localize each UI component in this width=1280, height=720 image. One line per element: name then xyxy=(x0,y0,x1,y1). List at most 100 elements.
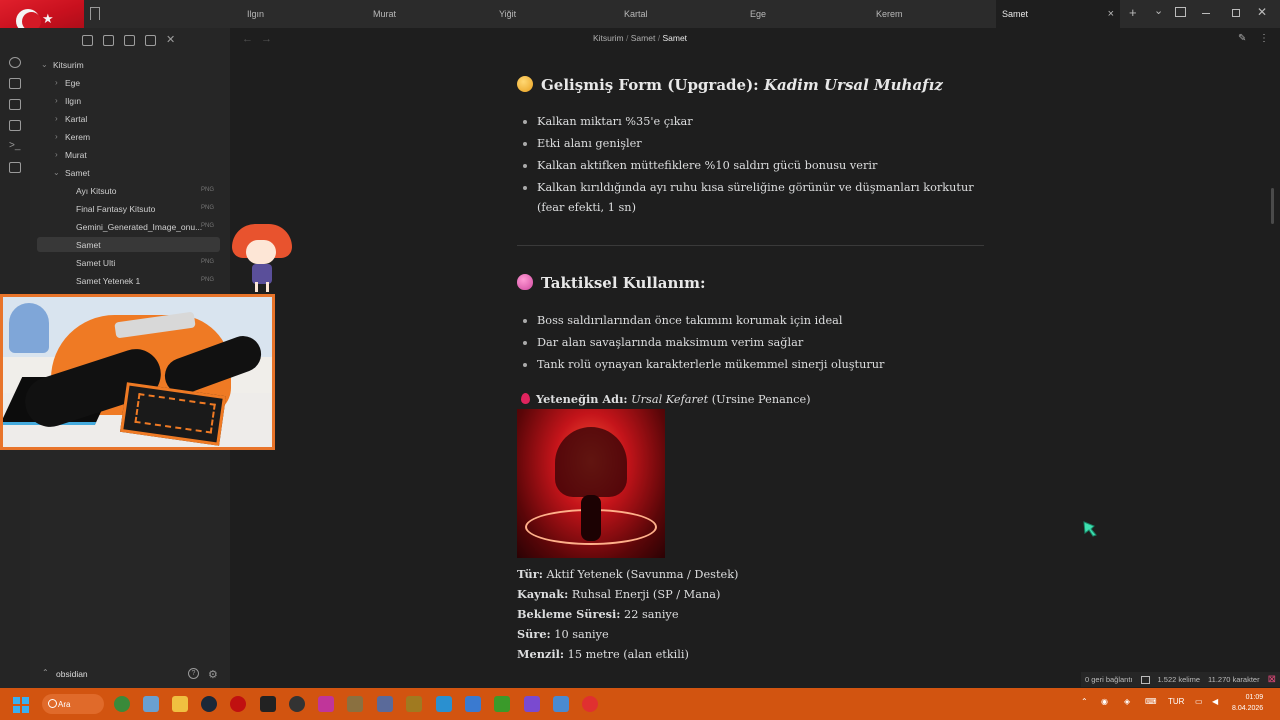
input-language[interactable]: TUR xyxy=(1168,697,1184,706)
file-item[interactable]: Samet Ulti xyxy=(76,258,115,268)
file-type-badge: PNG xyxy=(201,223,215,229)
epic-games-icon[interactable] xyxy=(260,696,276,712)
tab-ilgin[interactable]: Ilgın xyxy=(247,0,264,28)
taskbar-clock[interactable]: 01:09 8.04.2026 xyxy=(1232,692,1263,714)
tray-app-icon[interactable]: ◈ xyxy=(1124,697,1130,706)
status-bar: 0 geri bağlantı 1.522 kelime 11.270 kara… xyxy=(1080,672,1280,687)
task-view-icon[interactable] xyxy=(143,696,159,712)
breadcrumb-current: Samet xyxy=(662,33,688,43)
xbox-icon[interactable] xyxy=(114,696,130,712)
list-item: Kalkan kırıldığında ayı ruhu kısa süreli… xyxy=(537,181,974,194)
backlinks-count[interactable]: 0 geri bağlantı xyxy=(1085,675,1133,684)
tab-murat[interactable]: Murat xyxy=(373,0,396,28)
scrollbar-thumb[interactable] xyxy=(1271,188,1274,224)
calendar-icon[interactable] xyxy=(9,99,21,110)
list-item: Kalkan miktarı %35'e çıkar xyxy=(537,115,693,128)
tree-root-kitsurim[interactable]: Kitsurim xyxy=(53,60,84,70)
property-line: Süre: 10 saniye xyxy=(517,627,609,641)
graph-view-icon[interactable] xyxy=(9,57,21,68)
minimize-icon[interactable] xyxy=(1202,13,1210,14)
file-explorer-icon[interactable] xyxy=(172,696,188,712)
sidebar-item-kerem[interactable]: Kerem xyxy=(65,132,90,142)
property-key: Tür: xyxy=(517,567,543,581)
sidebar-item-samet[interactable]: Samet xyxy=(65,168,90,178)
sidebar-item-kartal[interactable]: Kartal xyxy=(65,114,87,124)
edit-pencil-icon[interactable]: ✎ xyxy=(1238,33,1246,44)
file-item[interactable]: Final Fantasy Kitsuto xyxy=(76,204,155,214)
breadcrumb-folder[interactable]: Samet xyxy=(631,33,656,43)
yellow-circle-icon xyxy=(517,76,533,92)
property-key: Süre: xyxy=(517,627,551,641)
word-count: 1.522 kelime xyxy=(1157,675,1201,684)
bullet xyxy=(523,341,527,345)
file-item[interactable]: Gemini_Generated_Image_onu... xyxy=(76,222,202,232)
more-options-icon[interactable]: ⋮ xyxy=(1259,33,1269,44)
windows-start-icon[interactable] xyxy=(13,697,29,713)
tab-list-chevron-icon[interactable]: ⌄ xyxy=(1154,4,1163,17)
sidebar-item-ege[interactable]: Ege xyxy=(65,78,80,88)
tab-ege[interactable]: Ege xyxy=(750,0,766,28)
instagram-icon[interactable] xyxy=(318,696,334,712)
sidebar-toggle-icon[interactable] xyxy=(1175,7,1186,17)
ability-artwork-image[interactable] xyxy=(517,409,665,558)
property-key: Kaynak: xyxy=(517,587,569,601)
windows-taskbar: Ara xyxy=(0,688,1280,720)
canvas-icon[interactable] xyxy=(9,78,21,89)
tab-kerem[interactable]: Kerem xyxy=(876,0,903,28)
file-item[interactable]: Samet Yetenek 1 xyxy=(76,276,140,286)
gear-icon[interactable]: ⚙ xyxy=(208,668,218,681)
app-icon[interactable] xyxy=(436,696,452,712)
tab-samet[interactable]: Samet × xyxy=(996,0,1120,28)
bear-spirit-shape xyxy=(555,427,627,497)
obsidian-icon[interactable] xyxy=(524,696,540,712)
riot-client-icon[interactable] xyxy=(406,696,422,712)
file-item[interactable]: Ayı Kitsuto xyxy=(76,186,116,196)
heading-text: Taktiksel Kullanım: xyxy=(541,274,706,292)
keyboard-icon[interactable]: ⌨ xyxy=(1145,697,1157,706)
chevron-right-icon: › xyxy=(55,78,58,87)
opera-gx-icon[interactable] xyxy=(230,696,246,712)
taskbar-search[interactable]: Ara xyxy=(42,694,104,714)
property-key: Bekleme Süresi: xyxy=(517,607,621,621)
window-close-icon[interactable]: ✕ xyxy=(1257,5,1267,19)
breadcrumb-root[interactable]: Kitsurim xyxy=(593,33,624,43)
star-icon: ★ xyxy=(42,11,54,26)
file-item-active[interactable]: Samet xyxy=(76,240,101,250)
char-count: 11.270 karakter xyxy=(1208,675,1260,684)
terminal-icon[interactable]: >_ xyxy=(9,141,21,152)
clock-date: 8.04.2026 xyxy=(1232,705,1264,712)
sync-status-icon[interactable]: ⊠ xyxy=(1268,674,1276,685)
app-icon[interactable] xyxy=(377,696,393,712)
app-icon[interactable] xyxy=(553,696,569,712)
app-icon[interactable] xyxy=(582,696,598,712)
bullet xyxy=(523,120,527,124)
tab-yigit[interactable]: Yiğit xyxy=(499,0,516,28)
maximize-icon[interactable] xyxy=(1232,9,1240,17)
sidebar-item-ilgin[interactable]: Ilgın xyxy=(65,96,81,106)
list-item: Kalkan aktifken müttefiklere %10 saldırı… xyxy=(537,159,878,172)
help-icon[interactable]: ? xyxy=(188,668,199,679)
sidebar-item-murat[interactable]: Murat xyxy=(65,150,87,160)
tray-chevron-icon[interactable]: ⌃ xyxy=(1081,697,1088,706)
app-icon[interactable] xyxy=(347,696,363,712)
volume-icon[interactable]: ◀ xyxy=(1212,697,1218,706)
close-icon[interactable]: × xyxy=(1108,8,1114,20)
new-tab-button[interactable]: + xyxy=(1129,5,1137,20)
app-icon[interactable] xyxy=(465,696,481,712)
tray-app-icon[interactable]: ◉ xyxy=(1101,697,1108,706)
vault-switcher-chevron-icon[interactable]: ⌃ xyxy=(42,668,49,677)
file-type-badge: PNG xyxy=(201,259,215,265)
clock-time: 01:09 xyxy=(1245,694,1264,701)
property-value: 15 metre (alan etkili) xyxy=(567,648,689,661)
steam-icon[interactable] xyxy=(201,696,217,712)
tab-kartal[interactable]: Kartal xyxy=(624,0,648,28)
minecraft-icon[interactable] xyxy=(494,696,510,712)
network-icon[interactable]: ▭ xyxy=(1195,697,1203,706)
chevron-down-icon: ⌄ xyxy=(53,168,60,177)
github-desktop-icon[interactable] xyxy=(289,696,305,712)
book-icon[interactable] xyxy=(1140,675,1150,684)
command-palette-icon[interactable] xyxy=(9,162,21,173)
vault-name[interactable]: obsidian xyxy=(56,669,88,679)
templates-icon[interactable] xyxy=(9,120,21,131)
bookmark-icon[interactable] xyxy=(90,7,100,20)
